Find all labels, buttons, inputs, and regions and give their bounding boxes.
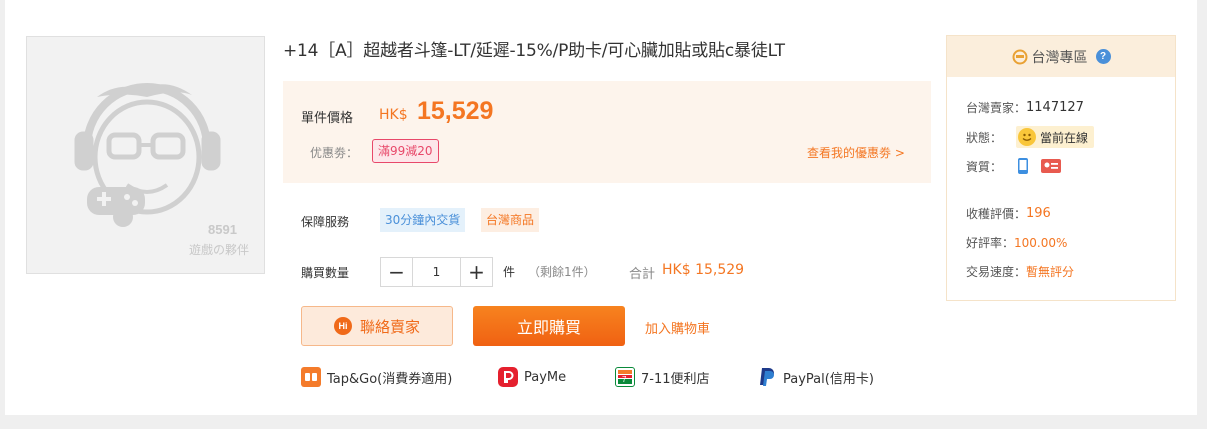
seller-id-label: 台灣賣家： bbox=[966, 101, 1027, 115]
region-badge-icon bbox=[1012, 49, 1027, 64]
rating-value[interactable]: 196 bbox=[1026, 206, 1051, 221]
guarantee-label: 保障服務 bbox=[301, 215, 350, 229]
verify-label: 資質： bbox=[966, 159, 1003, 174]
quantity-input[interactable]: 1 bbox=[412, 258, 461, 286]
quantity-unit: 件 bbox=[503, 265, 516, 279]
total-label: 合計 bbox=[629, 267, 656, 282]
payment-label: PayPal(信用卡) bbox=[783, 371, 874, 387]
payment-label: 7-11便利店 bbox=[641, 371, 710, 387]
good-rate-row: 好評率： 100.00% bbox=[966, 234, 1067, 251]
paypal-icon bbox=[757, 367, 777, 387]
quantity-plus-button[interactable]: + bbox=[461, 258, 492, 286]
region-title: 台灣專區 bbox=[1031, 49, 1088, 66]
contact-seller-label: 聯絡賣家 bbox=[359, 317, 420, 336]
speed-value: 暫無評分 bbox=[1026, 265, 1075, 279]
status-value: 當前在線 bbox=[1040, 130, 1089, 145]
unit-price-label: 單件價格 bbox=[301, 111, 354, 126]
add-to-cart-link[interactable]: 加入購物車 bbox=[645, 318, 710, 337]
rating-label: 收穫評價： bbox=[966, 207, 1027, 221]
seller-status-row: 狀態： 當前在線 bbox=[966, 126, 1095, 148]
id-verified-icon bbox=[1041, 159, 1062, 173]
phone-verified-icon bbox=[1018, 158, 1029, 174]
good-rate-value: 100.00% bbox=[1014, 235, 1068, 250]
payment-label: PayMe bbox=[524, 369, 567, 385]
coupon-tag[interactable]: 滿99減20 bbox=[372, 139, 439, 163]
online-status-badge: 當前在線 bbox=[1016, 126, 1095, 148]
status-label: 狀態： bbox=[966, 130, 1003, 145]
seller-id-row: 台灣賣家： 1147127 bbox=[966, 99, 1084, 116]
payment-tapgo: Tap&Go(消費券適用) bbox=[301, 366, 452, 388]
my-coupons-link[interactable]: 查看我的優惠劵 > bbox=[807, 144, 905, 161]
chat-hi-icon: Hi bbox=[333, 317, 352, 335]
help-icon[interactable]: ? bbox=[1095, 49, 1111, 64]
rating-row: 收穫評價： 196 bbox=[966, 205, 1051, 222]
payme-icon bbox=[498, 367, 518, 387]
quantity-minus-button[interactable]: − bbox=[381, 258, 412, 286]
quantity-stepper: − 1 + bbox=[380, 257, 493, 287]
speed-label: 交易速度： bbox=[966, 265, 1027, 279]
payment-payme: PayMe bbox=[498, 366, 566, 388]
quantity-label: 購買數量 bbox=[301, 266, 350, 280]
seller-panel-header: 台灣專區 ? bbox=[947, 36, 1175, 77]
payment-label: Tap&Go(消費券適用) bbox=[327, 371, 453, 387]
price-currency: HK$ bbox=[379, 107, 408, 123]
payment-paypal: PayPal(信用卡) bbox=[757, 366, 874, 388]
total-value: HK$ 15,529 bbox=[662, 262, 745, 278]
price-amount: 15,529 bbox=[417, 97, 494, 125]
price-box: 單件價格 HK$ 15,529 优惠劵： 滿99減20 查看我的優惠劵 > bbox=[283, 81, 931, 183]
taiwan-goods-tag: 台灣商品 bbox=[481, 208, 540, 232]
watermark-text: 遊戲の夥伴 bbox=[189, 243, 250, 257]
tapgo-icon bbox=[301, 367, 321, 387]
remaining-stock: （剩餘1件） bbox=[528, 265, 596, 279]
good-rate-label: 好評率： bbox=[966, 236, 1015, 250]
product-title: +14［A］超越者斗篷-LT/延遲-15%/P助卡/可心臟加貼或貼c暴徒LT bbox=[283, 41, 785, 61]
delivery-time-tag: 30分鐘內交貨 bbox=[380, 208, 466, 232]
speed-row: 交易速度： 暫無評分 bbox=[966, 263, 1074, 280]
contact-seller-button[interactable]: Hi 聯絡賣家 bbox=[301, 306, 453, 346]
watermark-number: 8591 bbox=[208, 222, 237, 237]
svg-text:7: 7 bbox=[622, 375, 627, 384]
smile-icon bbox=[1018, 128, 1037, 146]
coupon-label: 优惠劵： bbox=[310, 146, 359, 160]
seller-id[interactable]: 1147127 bbox=[1026, 100, 1084, 115]
mascot-placeholder-icon bbox=[74, 83, 221, 227]
seller-verify-row: 資質： bbox=[966, 157, 1062, 175]
buy-now-button[interactable]: 立即購買 bbox=[473, 306, 625, 346]
seven-eleven-icon: 7 bbox=[615, 367, 635, 387]
product-image[interactable]: 8591 遊戲の夥伴 bbox=[26, 36, 265, 274]
payment-seven-eleven: 7 7-11便利店 bbox=[615, 366, 710, 388]
